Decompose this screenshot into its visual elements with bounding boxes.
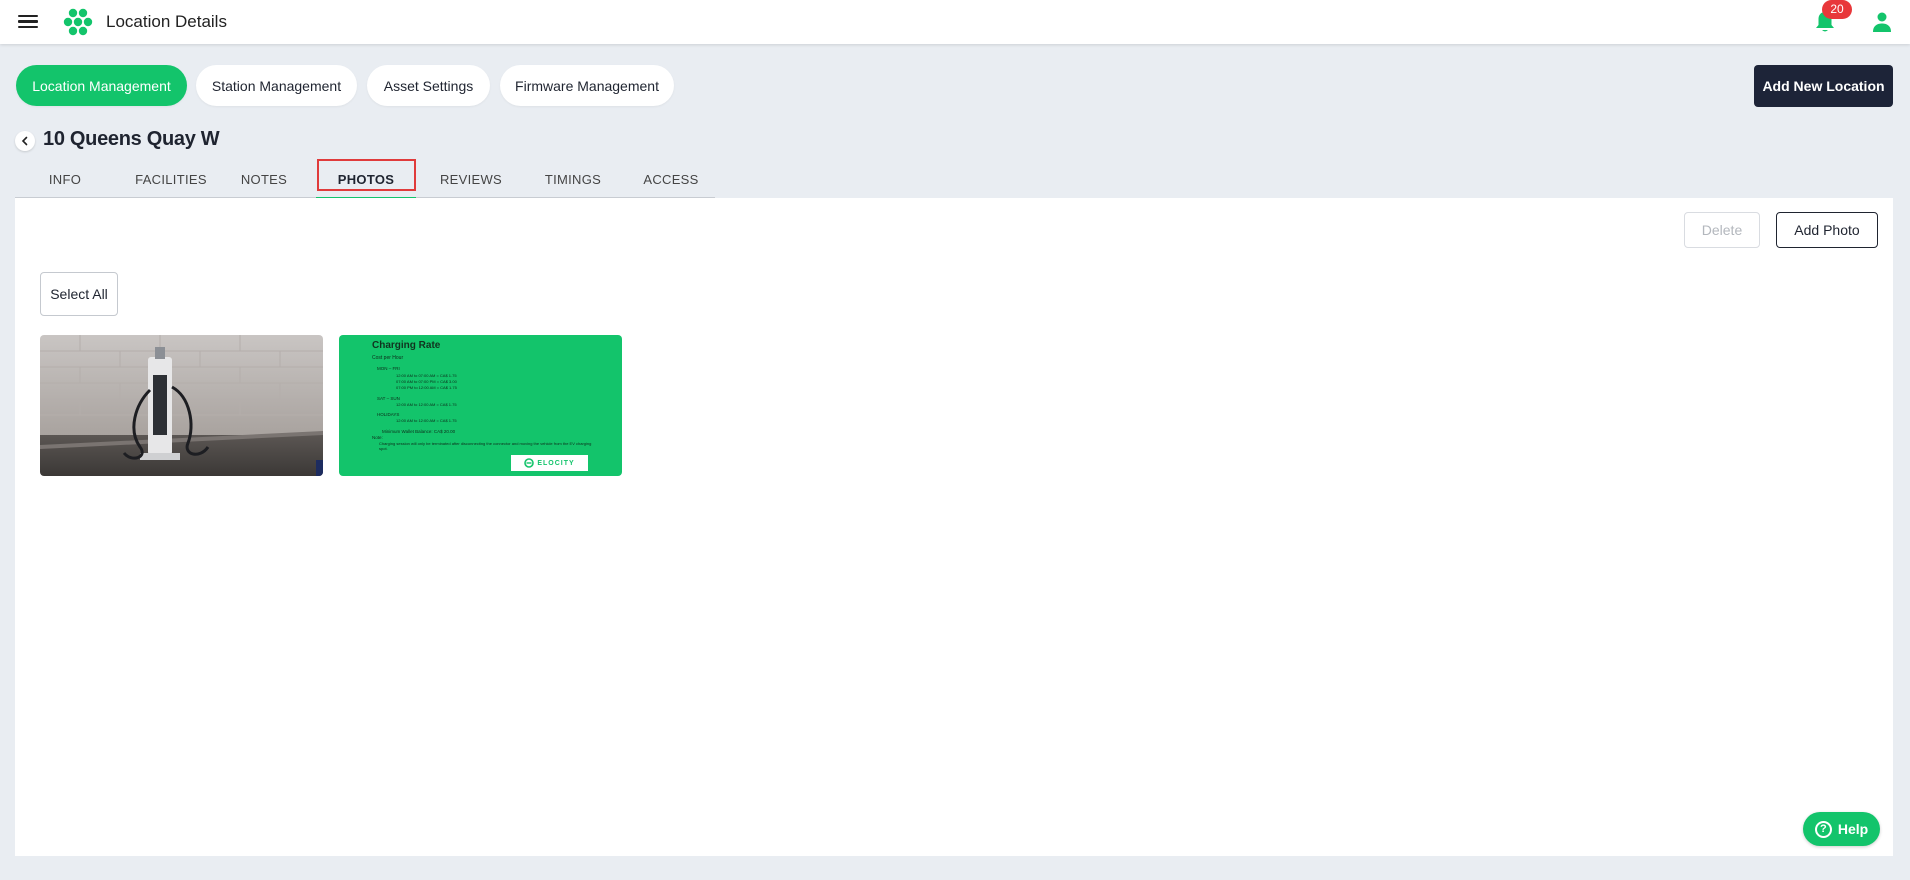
rate-card-line: 12:00 AM to 12:00 AM = CA$ 1.75 [396,418,457,423]
notification-count-badge: 20 [1822,0,1852,19]
rate-card-section-heading: SAT – SUN [377,396,400,401]
rate-card-line: 07:00 AM to 07:00 PM = CA$ 3.00 [396,379,457,384]
delete-button[interactable]: Delete [1684,212,1760,248]
help-button[interactable]: ? Help [1803,812,1880,846]
location-name: 10 Queens Quay W [43,128,220,150]
rate-card-note-heading: Note: [372,435,383,440]
chevron-left-icon [21,136,28,146]
top-bar: Location Details 20 [0,0,1910,44]
pill-firmware-management[interactable]: Firmware Management [500,65,674,106]
tab-timings[interactable]: TIMINGS [531,162,615,198]
question-circle-icon: ? [1814,820,1832,838]
rate-card-section-heading: MON – FRI [377,366,400,371]
photos-panel: Delete Add Photo Select All Charging Rat… [15,198,1893,856]
rate-card-line: 12:00 AM to 12:00 AM = CA$ 1.75 [396,402,457,407]
tab-reviews[interactable]: REVIEWS [435,162,507,198]
user-account-icon[interactable] [1870,10,1894,34]
pill-station-management[interactable]: Station Management [196,65,357,106]
brand-mark-icon [524,458,535,468]
rate-card-line: 12:00 AM to 07:00 AM = CA$ 1.75 [396,373,457,378]
page-title: Location Details [106,12,227,31]
tab-notes[interactable]: NOTES [232,162,296,198]
pill-asset-settings[interactable]: Asset Settings [367,65,490,106]
pill-location-management[interactable]: Location Management [16,65,187,106]
rate-card-min-balance: Minimum Wallet Balance: CA$ 20.00 [382,429,456,434]
rate-card-section-heading: HOLIDAYS [377,412,400,417]
select-all-button[interactable]: Select All [40,272,118,316]
add-new-location-button[interactable]: Add New Location [1754,65,1893,107]
tab-access[interactable]: ACCESS [635,162,707,198]
hamburger-menu-icon[interactable] [16,12,40,32]
rate-card-title: Charging Rate [372,340,441,351]
rate-card-line: 07:00 PM to 12:00 AM = CA$ 1.75 [396,385,457,390]
help-label: Help [1837,821,1869,837]
charger-photo-image [40,335,323,476]
tab-facilities[interactable]: FACILITIES [125,162,217,198]
tab-info[interactable]: INFO [35,162,95,198]
logo-icon [63,8,93,36]
brand-logo-box: ELOCITY [511,455,588,471]
rate-card-subtitle: Cost per Hour [372,355,404,361]
page-bottom-strip [0,856,1910,880]
back-button[interactable] [15,131,35,151]
rate-card-note: Charging session will only be terminated… [379,441,592,451]
add-photo-button[interactable]: Add Photo [1776,212,1878,248]
photo-thumbnail-rate-card[interactable]: Charging Rate Cost per Hour MON – FRI 12… [339,335,622,476]
brand-name: ELOCITY [537,459,575,467]
photo-thumbnail-charger[interactable] [40,335,323,476]
photos-tab-highlight-box [317,159,416,191]
